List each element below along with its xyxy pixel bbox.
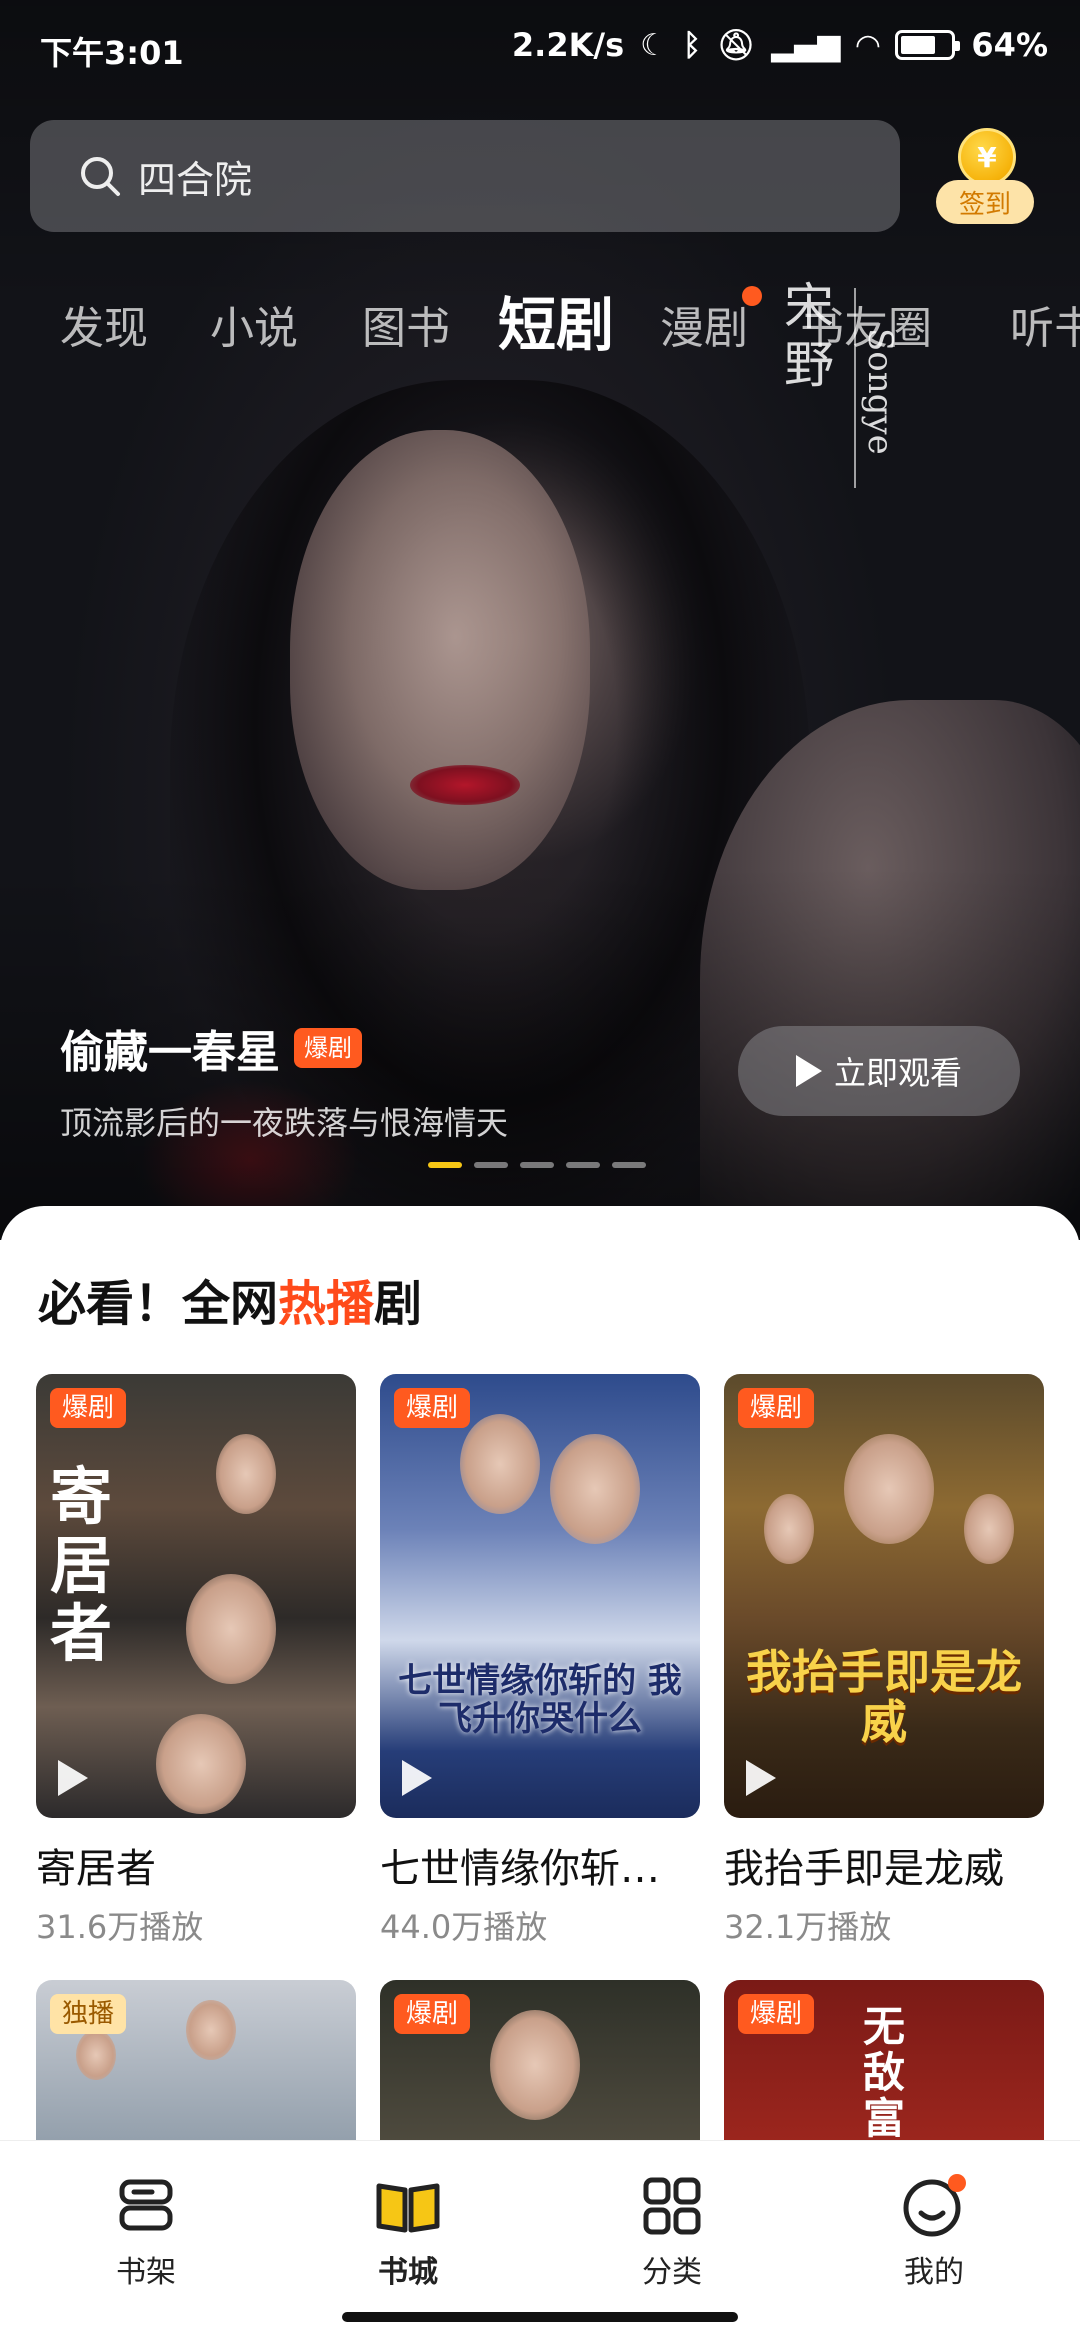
drama-card[interactable]: 我抬手即是龙威 爆剧 我抬手即是龙威 32.1万播放 [724, 1374, 1044, 1948]
drama-badge: 爆剧 [50, 1388, 127, 1428]
carousel-indicator [428, 1162, 646, 1168]
home-indicator[interactable] [342, 2312, 738, 2322]
play-icon [795, 1055, 822, 1087]
wifi-icon: ◠ [856, 27, 880, 63]
coin-icon: ¥ [958, 128, 1016, 186]
grid-icon [592, 2169, 752, 2243]
battery-icon [895, 30, 961, 60]
nav-label: 分类 [642, 2255, 702, 2290]
drama-badge: 爆剧 [738, 1388, 815, 1428]
open-book-icon [328, 2169, 488, 2243]
nav-label: 书架 [116, 2255, 176, 2290]
poster-title: 七世情缘你斩的 我飞升你哭什么 [398, 1661, 682, 1739]
carousel-dot [520, 1162, 554, 1168]
drama-plays: 31.6万播放 [36, 1908, 204, 1946]
hero-title: 偷藏一春星 [60, 1027, 280, 1078]
hero-caption: 偷藏一春星 爆剧 顶流影后的一夜跌落与恨海情天 [60, 1016, 508, 1144]
status-bar: 下午3:01 2.2K/s ☾ ᛒ 🔕︎ ▂▄▆ ◠ 64% [0, 0, 1080, 96]
drama-name: 寄居者 [36, 1846, 156, 1892]
search-placeholder: 四合院 [138, 157, 253, 202]
section-title-prefix: 必看！全网 [38, 1276, 279, 1332]
sign-in-label: 签到 [936, 180, 1034, 224]
nav-label: 我的 [904, 2255, 964, 2290]
drama-plays: 44.0万播放 [380, 1908, 548, 1946]
drama-name: 我抬手即是龙威 [724, 1846, 1004, 1892]
nav-bookstore[interactable]: 书城 [328, 2169, 488, 2291]
carousel-dot [474, 1162, 508, 1168]
watermark: 宋野 Songye [784, 278, 914, 498]
tab-discover[interactable]: 发现 [60, 292, 148, 356]
tab-novel[interactable]: 小说 [210, 292, 298, 356]
drama-plays: 32.1万播放 [724, 1908, 892, 1946]
section-title-suffix: 剧 [374, 1276, 423, 1332]
nav-bookshelf[interactable]: 书架 [66, 2169, 226, 2291]
play-icon [58, 1760, 88, 1796]
category-tabs: 发现 小说 图书 短剧 漫剧 书友圈 听书 [0, 270, 1080, 370]
tab-audiobook[interactable]: 听书 [1010, 292, 1080, 356]
watermark-en: Songye [860, 328, 900, 455]
nav-category[interactable]: 分类 [592, 2169, 752, 2291]
tab-books[interactable]: 图书 [362, 292, 450, 356]
poster-title: 寄居者 [50, 1460, 113, 1670]
drama-name: 七世情缘你斩… [380, 1846, 660, 1892]
section-title: 必看！全网热播剧 [38, 1264, 422, 1334]
bookshelf-icon [66, 2169, 226, 2243]
drama-badge: 独播 [50, 1994, 127, 2034]
drama-poster[interactable]: 七世情缘你斩的 我飞升你哭什么 爆剧 [380, 1374, 700, 1818]
drama-card[interactable]: 七世情缘你斩的 我飞升你哭什么 爆剧 七世情缘你斩… 44.0万播放 [380, 1374, 700, 1948]
poster-title: 我抬手即是龙威 [746, 1644, 1022, 1750]
sign-in-button[interactable]: ¥ 签到 [936, 128, 1034, 228]
smile-icon [854, 2169, 1014, 2243]
carousel-dot [428, 1162, 462, 1168]
nav-mine[interactable]: 我的 [854, 2169, 1014, 2291]
net-speed: 2.2K/s [511, 26, 625, 64]
drama-poster[interactable]: 寄居者 爆剧 [36, 1374, 356, 1818]
battery-percent: 64% [971, 26, 1048, 64]
carousel-dot [566, 1162, 600, 1168]
tab-short-drama[interactable]: 短剧 [493, 278, 614, 362]
bluetooth-icon: ᛒ [683, 27, 702, 63]
watch-now-button[interactable]: 立即观看 [738, 1026, 1020, 1116]
drama-badge: 爆剧 [394, 1388, 471, 1428]
nav-label: 书城 [378, 2255, 438, 2290]
poster-title: 无敌富 [862, 2002, 905, 2144]
play-icon [402, 1760, 432, 1796]
tab-anime-drama[interactable]: 漫剧 [660, 286, 762, 356]
section-title-highlight: 热播 [278, 1276, 375, 1332]
bottom-nav: 书架 书城 分类 我的 [0, 2140, 1080, 2340]
watermark-cn: 宋野 [784, 278, 834, 394]
search-icon [81, 157, 120, 196]
watch-now-label: 立即观看 [833, 1054, 962, 1092]
drama-poster[interactable]: 我抬手即是龙威 爆剧 [724, 1374, 1044, 1818]
signal-icon: ▂▄▆ [771, 27, 841, 63]
drama-card[interactable]: 寄居者 爆剧 寄居者 31.6万播放 [36, 1374, 356, 1948]
hero-subtitle: 顶流影后的一夜跌落与恨海情天 [60, 1104, 509, 1142]
hero-badge: 爆剧 [294, 1028, 362, 1068]
new-dot [742, 286, 762, 306]
moon-icon: ☾ [640, 27, 668, 63]
carousel-dot [612, 1162, 646, 1168]
drama-badge: 爆剧 [394, 1994, 471, 2034]
search-bar[interactable]: 四合院 [30, 120, 900, 232]
drama-badge: 爆剧 [738, 1994, 815, 2034]
mute-bell-icon: 🔕︎ [717, 27, 756, 63]
tab-label: 漫剧 [660, 303, 748, 354]
play-icon [746, 1760, 776, 1796]
status-time: 下午3:01 [40, 34, 184, 72]
